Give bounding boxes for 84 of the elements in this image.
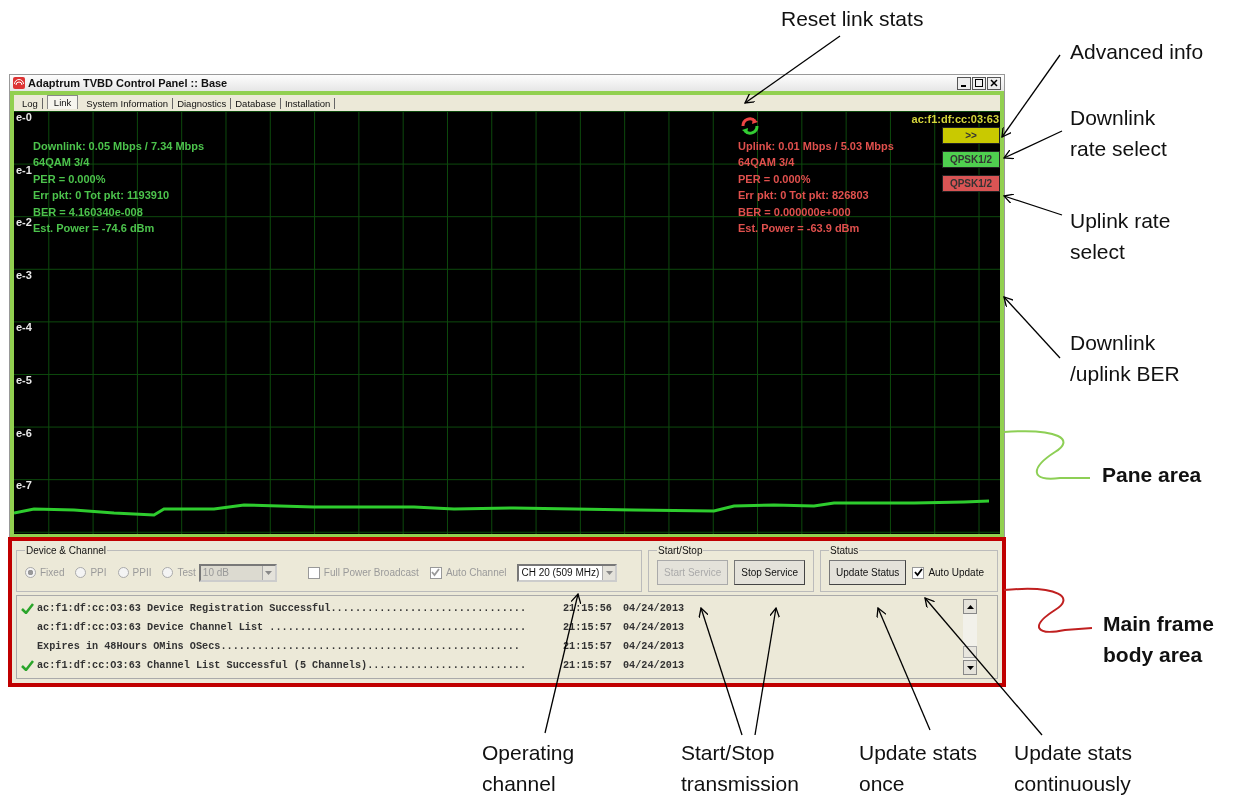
tab[interactable]: Log	[18, 98, 43, 109]
radio-label: Fixed	[40, 567, 65, 578]
annotation-label: Downlink /uplink BER	[1070, 330, 1180, 387]
axis-label: e-5	[16, 374, 32, 387]
downlink-rate-button[interactable]: QPSK1/2	[942, 151, 1000, 168]
radio-button[interactable]	[117, 567, 129, 578]
uplink-stat: Err pkt: 0 Tot pkt: 826803	[738, 188, 870, 204]
annotation-label: Main frame body area	[1103, 611, 1214, 668]
annotation-label: Update stats once	[859, 740, 977, 797]
radio-button[interactable]	[162, 567, 174, 578]
annotation-label: Downlink rate select	[1070, 105, 1167, 162]
axis-label: e-6	[16, 426, 32, 440]
radio-button[interactable]	[75, 567, 87, 578]
log-date: 04/24/2013	[623, 622, 686, 633]
radio-label: Test	[177, 567, 196, 578]
radio-label: PPI	[90, 567, 107, 578]
axis-label: e-4	[16, 321, 32, 335]
log-message: Expires in 48Hours OMins OSecs.................................................	[37, 641, 521, 652]
checkbox-label: Full Power Broadcast	[323, 567, 419, 578]
tab[interactable]: Link	[46, 95, 79, 109]
update-status-button[interactable]: Update Status	[829, 560, 907, 585]
annotation-label: Advanced info	[1070, 39, 1204, 65]
tab[interactable]: Installation	[280, 98, 336, 109]
downlink-stat: 64QAM 3/4	[33, 155, 91, 171]
checkbox[interactable]	[912, 566, 925, 579]
downlink-stat: Err pkt: 0 Tot pkt: 1193910	[33, 188, 171, 204]
log-date: 04/24/2013	[623, 660, 686, 671]
uplink-stat: Est. Power = -63.9 dBm	[738, 221, 861, 237]
group-title: Device & Channel	[25, 545, 108, 556]
uplink-stat: Uplink: 0.01 Mbps / 5.03 Mbps	[738, 139, 894, 154]
downlink-stat: PER = 0.000%	[33, 171, 107, 187]
annotation-label: Operating channel	[482, 740, 575, 797]
annotation-label: Reset link stats	[781, 6, 924, 32]
axis-label: e-3	[16, 268, 32, 282]
service-button[interactable]: Stop Service	[734, 560, 805, 585]
uplink-stat: BER = 0.000000e+000	[738, 204, 852, 220]
leader-line	[1003, 296, 1061, 359]
annotation-label: Pane area	[1102, 462, 1202, 488]
leader-line	[1003, 193, 1063, 216]
log-date: 04/24/2013	[623, 641, 686, 652]
minimize-button[interactable]	[957, 76, 971, 90]
radio-label: PPII	[132, 567, 152, 578]
up-arrow-icon	[966, 604, 974, 609]
caret-icon	[265, 570, 273, 575]
log-message: ac:f1:df:cc:O3:63 Device Registration Successful................................	[37, 603, 528, 614]
device-id: ac:f1:df:cc:03:63	[911, 113, 999, 125]
downlink-stat: Downlink: 0.05 Mbps / 7.34 Mbps	[33, 139, 205, 154]
tab[interactable]: System Information	[82, 98, 174, 109]
down-arrow-icon	[966, 665, 974, 670]
maximize-button[interactable]	[972, 76, 986, 90]
app-icon	[13, 77, 25, 89]
log-time: 21:15:57	[563, 660, 613, 671]
radio-button[interactable]	[25, 567, 36, 578]
annotation-label: Uplink rate select	[1070, 208, 1171, 265]
checkbox-label: Auto Update	[928, 567, 984, 578]
checkbox-label: Auto Channel	[445, 567, 507, 578]
scroll-up-button[interactable]	[963, 599, 977, 614]
group-title: Status	[829, 545, 860, 556]
uplink-stat: PER = 0.000%	[738, 171, 812, 187]
annotation-label: Update stats continuously	[1014, 740, 1132, 797]
window-title: Adaptrum TVBD Control Panel :: Base	[28, 77, 229, 89]
scrollbar[interactable]	[963, 599, 977, 675]
group-title: Start/Stop	[657, 545, 704, 556]
log-message: ac:f1:df:cc:O3:63 Device Channel List ..........................................	[37, 622, 528, 633]
log-message: ac:f1:df:cc:O3:63 Channel List Successful (5 Channels)..........................	[37, 660, 528, 671]
caret-icon	[605, 570, 613, 575]
reset-icon[interactable]	[740, 117, 760, 135]
downlink-stat: BER = 4.160340e-008	[33, 204, 144, 220]
axis-label: e-2	[16, 216, 32, 230]
checkbox[interactable]	[429, 566, 442, 579]
close-button[interactable]	[987, 76, 1001, 90]
checkbox[interactable]	[307, 566, 320, 579]
tab[interactable]: Diagnostics	[173, 98, 232, 109]
advanced-info-button[interactable]: >>	[942, 127, 1000, 144]
log-date: 04/24/2013	[623, 603, 686, 614]
axis-label: e-7	[16, 479, 32, 493]
scroll-down-button[interactable]	[963, 660, 977, 675]
tab[interactable]: Database	[231, 98, 281, 109]
axis-label: e-1	[16, 163, 32, 177]
annotation-label: Start/Stop transmission	[681, 740, 799, 797]
uplink-stat: 64QAM 3/4	[738, 155, 796, 171]
downlink-stat: Est. Power = -74.6 dBm	[33, 221, 156, 237]
axis-label: e-0	[16, 111, 32, 124]
channel-dropdown[interactable]: CH 20 (509 MHz)	[517, 563, 618, 582]
